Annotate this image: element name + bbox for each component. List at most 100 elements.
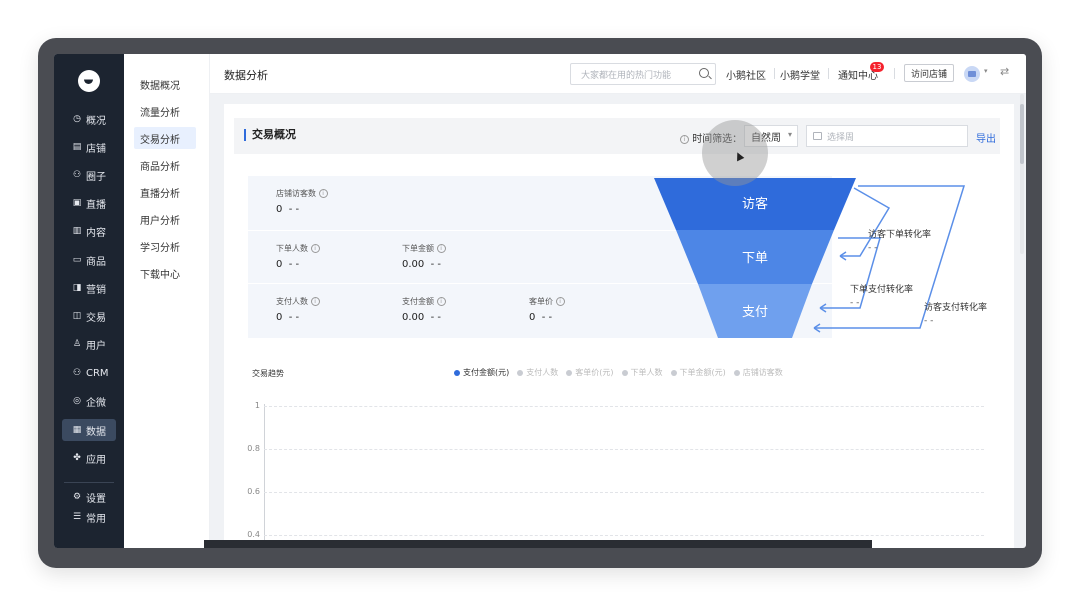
info-icon[interactable]: i [310, 244, 320, 253]
grid-line [264, 449, 984, 450]
legend-dot-icon [733, 369, 740, 376]
visit-store-button[interactable]: 访问店铺 [904, 64, 954, 82]
sidebar-item-4[interactable]: ▥ 内容 [62, 220, 116, 242]
submenu: 数据概况流量分析交易分析商品分析直播分析用户分析学习分析下载中心 [124, 54, 210, 548]
taskbar [204, 540, 872, 548]
y-tick-label: 0.6 [247, 487, 260, 496]
clock-icon: ◷ [73, 114, 81, 124]
submenu-item[interactable]: 数据概况 [134, 73, 196, 95]
metric-value: 0 [276, 204, 283, 215]
avatar[interactable] [964, 66, 980, 82]
legend-item[interactable]: 支付金额(元) [454, 367, 509, 378]
submenu-item[interactable]: 下载中心 [134, 262, 196, 284]
wecom-icon: ◎ [73, 396, 81, 406]
sidebar-item-3[interactable]: ▣ 直播 [62, 192, 116, 214]
sidebar-item-0[interactable]: ◷ 概况 [62, 108, 116, 130]
week-picker-placeholder: 选择周 [827, 132, 855, 143]
export-link[interactable]: 导出 [976, 130, 996, 145]
sidebar-item-label: 交易 [86, 312, 106, 324]
metric-trend: - - [430, 312, 442, 323]
sidebar-bottom-item-0[interactable]: ⚙ 设置 [62, 486, 116, 508]
legend-item[interactable]: 下单人数 [621, 367, 663, 378]
section-title: 交易概况 [244, 129, 296, 141]
header-divider [894, 68, 895, 79]
metric-trend: - - [288, 312, 300, 323]
goods-icon: ▭ [72, 255, 82, 265]
trade-overview-card: 交易概况 i 时间筛选： 自然周 ▾ 选择周 导出 店铺访客数 i 0 - - … [224, 104, 1014, 548]
metric-trend: - - [288, 204, 300, 215]
calendar-icon [813, 132, 822, 140]
submenu-item[interactable]: 流量分析 [134, 100, 196, 122]
submenu-item[interactable]: 用户分析 [134, 208, 196, 230]
community-link[interactable]: 小鹅社区 [726, 67, 766, 82]
grid-line [264, 535, 984, 536]
notification-badge: 13 [870, 62, 884, 72]
grid-line [264, 492, 984, 493]
scrollbar[interactable] [1020, 94, 1024, 254]
funnel-stage-label: 下单 [742, 251, 768, 266]
submenu-item[interactable]: 交易分析 [134, 127, 196, 149]
metric-label: 支付人数 [276, 297, 308, 306]
submenu-item[interactable]: 学习分析 [134, 235, 196, 257]
search-input[interactable]: 大家都在用的热门功能 [570, 63, 716, 85]
crm-icon: ⚇ [72, 368, 82, 378]
legend-label: 支付金额(元) [463, 368, 510, 377]
metric-value: 0.00 [402, 259, 425, 270]
info-icon[interactable]: i [310, 297, 320, 306]
sidebar-item-9[interactable]: ⚇ CRM [62, 362, 116, 384]
chevron-down-icon: ▾ [787, 130, 792, 139]
metric-pay-users: 支付人数 i 0 - - [276, 296, 320, 323]
submenu-item[interactable]: 商品分析 [134, 154, 196, 176]
sidebar-bottom-item-1[interactable]: ☰ 常用 [62, 506, 116, 528]
app-logo-icon[interactable] [78, 70, 100, 92]
legend-label: 客单价(元) [575, 368, 614, 377]
info-icon[interactable]: i [318, 189, 328, 198]
metric-trend: - - [541, 312, 553, 323]
y-tick-label: 0.4 [247, 530, 260, 539]
info-icon[interactable]: i [680, 134, 689, 144]
metric-label: 店铺访客数 [276, 189, 316, 198]
data-icon: ▦ [72, 425, 82, 435]
submenu-item[interactable]: 直播分析 [134, 181, 196, 203]
user-icon: ♙ [72, 339, 82, 349]
rate-label: 访客支付转化率 [924, 301, 987, 313]
header-divider [828, 68, 829, 79]
legend-item[interactable]: 支付人数 [517, 367, 558, 378]
y-tick-label: 0.8 [247, 444, 260, 453]
sidebar-item-7[interactable]: ◫ 交易 [62, 305, 116, 327]
switch-icon[interactable]: ⇄ [1000, 65, 1009, 78]
search-placeholder: 大家都在用的热门功能 [581, 70, 672, 81]
sidebar-item-8[interactable]: ♙ 用户 [62, 333, 116, 355]
sidebar-item-12[interactable]: ✤ 应用 [62, 447, 116, 469]
y-axis [264, 404, 265, 548]
info-icon[interactable]: i [436, 244, 446, 253]
document-icon: ▥ [72, 226, 82, 236]
sidebar-item-label: 直播 [86, 199, 106, 211]
search-icon[interactable] [699, 68, 709, 78]
metric-label: 下单金额 [402, 244, 434, 253]
legend-item[interactable]: 客单价(元) [566, 367, 614, 378]
academy-link[interactable]: 小鹅学堂 [780, 67, 820, 82]
metric-pay-amount: 支付金额 i 0.00 - - [402, 296, 446, 323]
week-picker-input[interactable]: 选择周 [806, 125, 968, 147]
sidebar-item-1[interactable]: ▤ 店铺 [62, 136, 116, 158]
metric-trend: - - [430, 259, 442, 270]
sidebar-item-2[interactable]: ⚇ 圈子 [62, 164, 116, 186]
chevron-down-icon[interactable]: ▾ [984, 67, 988, 75]
gear-icon: ⚙ [72, 492, 82, 502]
sidebar-item-6[interactable]: ◨ 营销 [62, 277, 116, 299]
legend-label: 下单金额(元) [679, 368, 726, 377]
info-icon[interactable]: i [436, 297, 446, 306]
y-tick-label: 1 [254, 401, 260, 410]
sidebar-item-label: CRM [86, 367, 109, 379]
sidebar-item-10[interactable]: ◎ 企微 [62, 390, 116, 412]
metric-order-users: 下单人数 i 0 - - [276, 243, 320, 270]
trade-icon: ◫ [72, 311, 82, 321]
legend-item[interactable]: 下单金额(元) [670, 367, 726, 378]
sidebar-item-label: 营销 [86, 284, 106, 296]
legend-item[interactable]: 店铺访客数 [733, 367, 783, 378]
rate-value: - - [850, 298, 859, 308]
info-icon[interactable]: i [555, 297, 565, 306]
sidebar-item-11[interactable]: ▦ 数据 [62, 419, 116, 441]
sidebar-item-5[interactable]: ▭ 商品 [62, 249, 116, 271]
